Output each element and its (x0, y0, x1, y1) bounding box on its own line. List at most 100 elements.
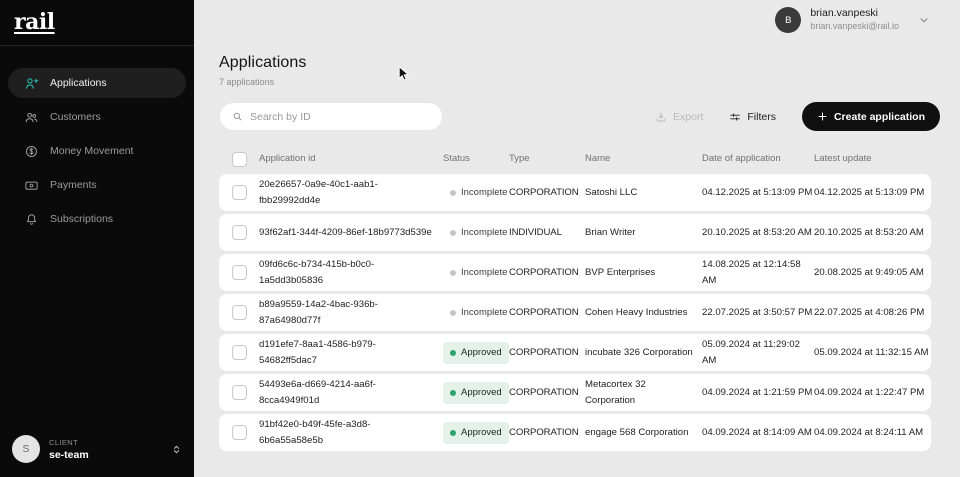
column-header-application-id: Application id (259, 151, 443, 167)
status-badge: Incomplete (443, 302, 514, 324)
brand-logo[interactable]: rail (14, 9, 180, 35)
cell-date-of-application: 04.09.2024 at 8:14:09 AM (702, 425, 814, 441)
table-row[interactable]: b89a9559-14a2-4bac-936b-87a64980d77f Inc… (219, 294, 931, 331)
table-row[interactable]: 91bf42e0-b49f-45fe-a3d8-6b6a55a58e5b App… (219, 414, 931, 451)
toolbar-actions: Export Filters Create application (655, 102, 940, 131)
cell-date-of-application: 14.08.2025 at 12:14:58 AM (702, 257, 814, 289)
person-plus-icon (24, 76, 39, 91)
cell-application-id: d191efe7-8aa1-4586-b979-54682ff5dac7 (259, 337, 443, 369)
column-header-name: Name (585, 151, 702, 167)
cell-application-id: 91bf42e0-b49f-45fe-a3d8-6b6a55a58e5b (259, 417, 443, 449)
cell-type: CORPORATION (509, 345, 585, 361)
filters-label: Filters (747, 111, 776, 123)
column-header-latest-update: Latest update (814, 151, 931, 167)
table-row[interactable]: 93f62af1-344f-4209-86ef-18b9773d539e Inc… (219, 214, 931, 251)
table-header: Application id Status Type Name Date of … (219, 147, 931, 171)
page-header: Applications 7 applications (219, 52, 940, 87)
status-label: Incomplete (461, 305, 507, 321)
chevron-down-icon (918, 14, 930, 26)
applications-count: 7 applications (219, 77, 940, 87)
cell-name: Cohen Heavy Industries (585, 305, 702, 321)
user-name: brian.vanpeski (810, 7, 899, 21)
sidebar-item-applications[interactable]: Applications (8, 68, 186, 98)
create-application-label: Create application (834, 111, 925, 123)
cell-latest-update: 20.10.2025 at 8:53:20 AM (814, 225, 931, 241)
cell-type: CORPORATION (509, 425, 585, 441)
status-dot-icon (450, 270, 456, 276)
sidebar-item-label: Money Movement (50, 145, 133, 157)
status-label: Approved (461, 385, 502, 401)
user-email: brian.vanpeski@rail.io (810, 21, 899, 33)
row-checkbox[interactable] (232, 425, 247, 440)
cell-date-of-application: 20.10.2025 at 8:53:20 AM (702, 225, 814, 241)
search-input[interactable] (250, 111, 430, 123)
cell-latest-update: 04.09.2024 at 8:24:11 AM (814, 425, 931, 441)
cell-application-id: 93f62af1-344f-4209-86ef-18b9773d539e (259, 225, 443, 241)
payments-icon (24, 178, 39, 193)
cell-name: Satoshi LLC (585, 185, 702, 201)
sidebar: rail Applications Customers Money Moveme… (0, 0, 194, 477)
cell-date-of-application: 22.07.2025 at 3:50:57 PM (702, 305, 814, 321)
export-button[interactable]: Export (655, 111, 703, 123)
cell-application-id: 54493e6a-d669-4214-aa6f-8cca4949f01d (259, 377, 443, 409)
table-row[interactable]: 20e26657-0a9e-40c1-aab1-fbb29992dd4e Inc… (219, 174, 931, 211)
cell-type: CORPORATION (509, 185, 585, 201)
cell-latest-update: 20.08.2025 at 9:49:05 AM (814, 265, 931, 281)
row-checkbox[interactable] (232, 185, 247, 200)
cell-application-id: 20e26657-0a9e-40c1-aab1-fbb29992dd4e (259, 177, 443, 209)
create-application-button[interactable]: Create application (802, 102, 940, 131)
status-dot-icon (450, 350, 456, 356)
table-row[interactable]: 09fd6c6c-b734-415b-b0c0-1a5dd3b05836 Inc… (219, 254, 931, 291)
status-dot-icon (450, 430, 456, 436)
sidebar-item-customers[interactable]: Customers (8, 102, 186, 132)
cell-latest-update: 05.09.2024 at 11:32:15 AM (814, 345, 931, 361)
status-badge: Incomplete (443, 222, 514, 244)
main-content: B brian.vanpeski brian.vanpeski@rail.io … (194, 0, 960, 477)
sidebar-item-payments[interactable]: Payments (8, 170, 186, 200)
bell-icon (24, 212, 39, 227)
sidebar-item-money-movement[interactable]: Money Movement (8, 136, 186, 166)
status-badge: Approved (443, 422, 509, 444)
status-label: Incomplete (461, 185, 507, 201)
search-field[interactable] (219, 102, 443, 131)
export-label: Export (673, 111, 703, 123)
page-title: Applications (219, 52, 940, 73)
app-window: rail Applications Customers Money Moveme… (0, 0, 960, 477)
cell-type: CORPORATION (509, 305, 585, 321)
sidebar-item-subscriptions[interactable]: Subscriptions (8, 204, 186, 234)
user-menu[interactable]: B brian.vanpeski brian.vanpeski@rail.io (775, 7, 930, 33)
sidebar-item-label: Applications (50, 77, 107, 89)
cell-latest-update: 04.09.2024 at 1:22:47 PM (814, 385, 931, 401)
cell-date-of-application: 04.12.2025 at 5:13:09 PM (702, 185, 814, 201)
status-dot-icon (450, 390, 456, 396)
row-checkbox[interactable] (232, 345, 247, 360)
filters-button[interactable]: Filters (729, 111, 776, 123)
row-checkbox[interactable] (232, 305, 247, 320)
cell-name: Brian Writer (585, 225, 702, 241)
client-switcher[interactable]: S CLIENT se-team (0, 431, 194, 467)
select-all-checkbox[interactable] (232, 152, 247, 167)
cell-latest-update: 04.12.2025 at 5:13:09 PM (814, 185, 931, 201)
table-row[interactable]: 54493e6a-d669-4214-aa6f-8cca4949f01d App… (219, 374, 931, 411)
row-checkbox[interactable] (232, 385, 247, 400)
column-header-type: Type (509, 151, 585, 167)
client-meta: CLIENT se-team (49, 438, 162, 461)
status-label: Approved (461, 425, 502, 441)
status-dot-icon (450, 230, 456, 236)
cell-application-id: 09fd6c6c-b734-415b-b0c0-1a5dd3b05836 (259, 257, 443, 289)
cell-date-of-application: 04.09.2024 at 1:21:59 PM (702, 385, 814, 401)
sidebar-item-label: Customers (50, 111, 101, 123)
cell-name: BVP Enterprises (585, 265, 702, 281)
row-checkbox[interactable] (232, 265, 247, 280)
column-header-date-of-application: Date of application (702, 151, 814, 167)
table-row[interactable]: d191efe7-8aa1-4586-b979-54682ff5dac7 App… (219, 334, 931, 371)
search-icon (232, 111, 243, 122)
row-checkbox[interactable] (232, 225, 247, 240)
user-avatar: B (775, 7, 801, 33)
status-badge: Approved (443, 342, 509, 364)
status-dot-icon (450, 190, 456, 196)
brand-logo-area: rail (0, 0, 194, 46)
client-role-label: CLIENT (49, 438, 162, 447)
sidebar-nav: Applications Customers Money Movement Pa… (0, 68, 194, 234)
cell-type: CORPORATION (509, 385, 585, 401)
